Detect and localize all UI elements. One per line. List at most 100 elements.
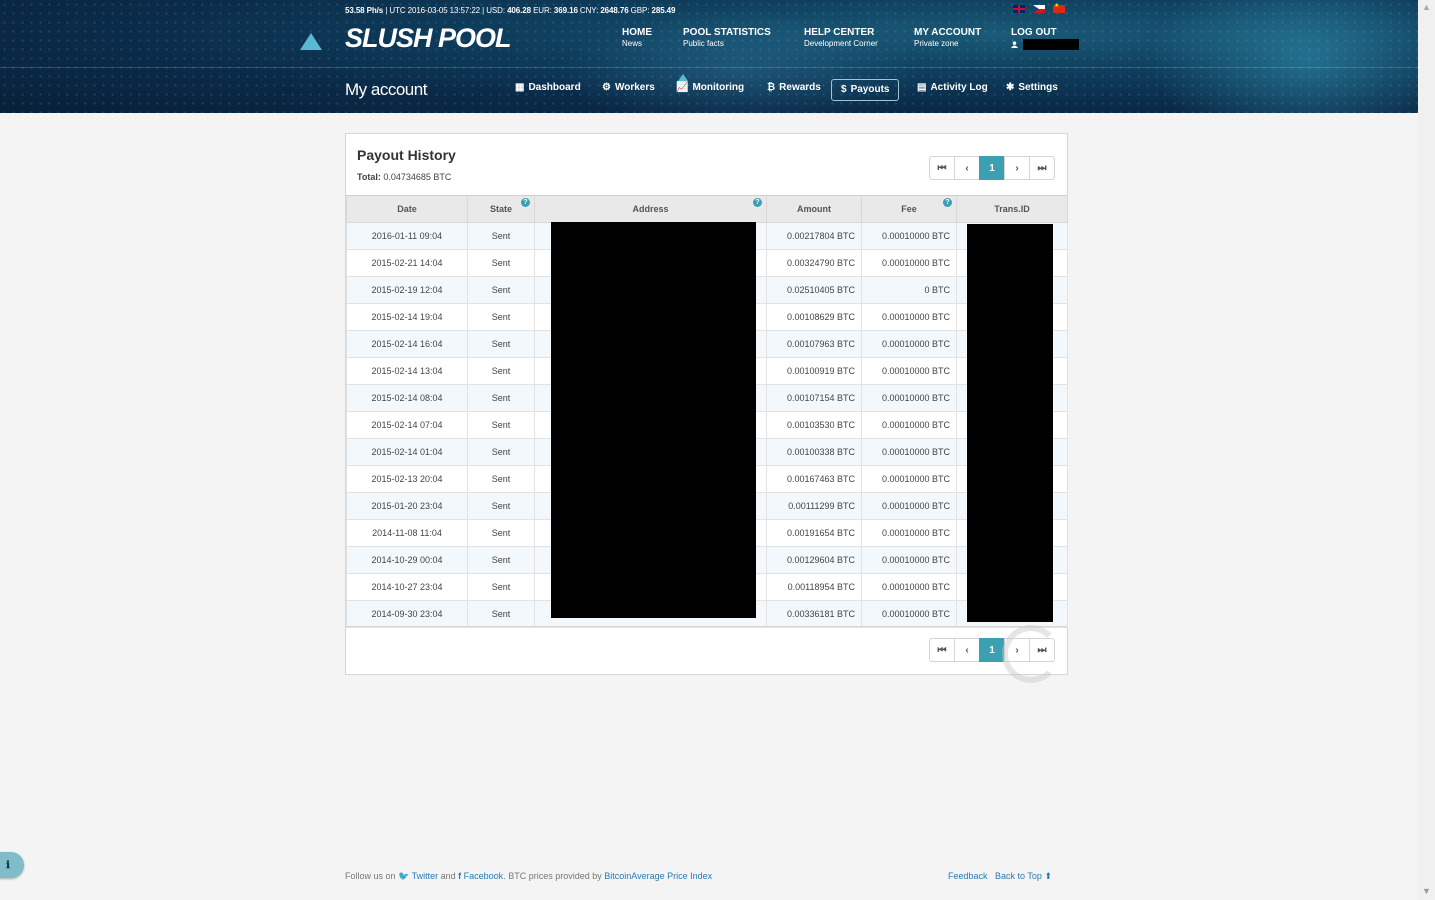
china-flag-icon[interactable] xyxy=(1053,2,1065,13)
payout-history-panel: Payout History Total: 0.04734685 BTC ⏮ ‹… xyxy=(345,133,1068,683)
cell-amount: 0.00217804 BTC xyxy=(766,222,862,250)
redacted-transaction-ids xyxy=(967,224,1053,622)
grid-icon: ▦ xyxy=(515,82,525,93)
facebook-link[interactable]: f Facebook xyxy=(458,871,503,881)
cell-amount: 0.00191654 BTC xyxy=(766,519,862,547)
cell-fee: 0.00010000 BTC xyxy=(861,519,957,547)
cell-date: 2015-02-14 08:04 xyxy=(346,384,468,412)
nav-my-account[interactable]: MY ACCOUNT Private zone xyxy=(914,27,981,48)
nav-log-out[interactable]: LOG OUT xyxy=(1011,27,1079,50)
help-icon[interactable]: ? xyxy=(943,198,952,207)
cell-date: 2014-10-27 23:04 xyxy=(346,573,468,601)
first-page-button[interactable]: ⏮ xyxy=(929,156,955,180)
prev-page-button[interactable]: ‹ xyxy=(954,638,980,662)
col-date-label: Date xyxy=(397,204,417,214)
page-button[interactable]: 1 xyxy=(979,156,1005,180)
next-page-button[interactable]: › xyxy=(1004,156,1030,180)
tab-dashboard[interactable]: ▦ Dashboard xyxy=(515,78,581,98)
table-header-row: Date State? Address? Amount Fee? Trans.I… xyxy=(346,195,1068,223)
nav-pool-statistics[interactable]: POOL STATISTICS Public facts xyxy=(683,27,771,48)
page-scrollbar[interactable]: ▲ ▼ xyxy=(1418,0,1435,900)
tab-monitoring[interactable]: 📈 Monitoring xyxy=(676,78,744,98)
twitter-link[interactable]: 🐦 Twitter xyxy=(398,871,438,881)
tab-settings[interactable]: ✱ Settings xyxy=(1006,78,1058,98)
cell-amount: 0.02510405 BTC xyxy=(766,276,862,304)
redacted-username xyxy=(1023,39,1079,50)
tab-rewards[interactable]: ₿ Rewards xyxy=(767,78,821,98)
cell-fee: 0.00010000 BTC xyxy=(861,330,957,358)
col-state[interactable]: State? xyxy=(467,195,535,223)
total-value: 0.04734685 BTC xyxy=(383,172,452,182)
gear-icon: ✱ xyxy=(1006,82,1015,93)
nav-help-center[interactable]: HELP CENTER Development Corner xyxy=(804,27,878,48)
col-amount[interactable]: Amount xyxy=(766,195,862,223)
eur-label: EUR: xyxy=(530,6,554,15)
cell-state: Sent xyxy=(467,492,535,520)
cell-date: 2014-10-29 00:04 xyxy=(346,546,468,574)
last-page-button[interactable]: ⏭ xyxy=(1029,156,1055,180)
col-address[interactable]: Address? xyxy=(534,195,767,223)
scroll-up-icon[interactable]: ▲ xyxy=(1422,2,1431,12)
slushpool-logo[interactable]: SLUSH POOL xyxy=(345,23,512,54)
cell-state: Sent xyxy=(467,519,535,547)
help-icon[interactable]: ? xyxy=(753,198,762,207)
twitter-label: Twitter xyxy=(411,871,439,881)
col-state-label: State xyxy=(489,204,512,214)
first-page-icon: ⏮ xyxy=(937,644,947,656)
cell-fee: 0.00010000 BTC xyxy=(861,600,957,628)
cell-date: 2015-02-14 19:04 xyxy=(346,303,468,331)
cell-state: Sent xyxy=(467,438,535,466)
chevron-left-icon: ‹ xyxy=(965,644,969,656)
cell-fee: 0.00010000 BTC xyxy=(861,303,957,331)
page-title: My account xyxy=(345,80,427,99)
nav-home[interactable]: HOME News xyxy=(622,27,652,48)
cell-state: Sent xyxy=(467,411,535,439)
cell-date: 2015-02-21 14:04 xyxy=(346,249,468,277)
header-divider xyxy=(0,67,1418,68)
footer-links: Feedback Back to Top ⬆ xyxy=(948,871,1052,882)
help-icon[interactable]: ? xyxy=(521,198,530,207)
chevron-right-icon: › xyxy=(1015,162,1019,174)
tab-dashboard-label: Dashboard xyxy=(528,82,581,93)
cny-label: CNY: xyxy=(577,6,601,15)
col-date[interactable]: Date xyxy=(346,195,468,223)
scroll-down-icon[interactable]: ▼ xyxy=(1422,886,1431,896)
language-switcher xyxy=(1013,2,1065,13)
first-page-icon: ⏮ xyxy=(937,162,947,174)
col-txid[interactable]: Trans.ID xyxy=(956,195,1068,223)
triangle-decoration-icon xyxy=(300,33,322,50)
cell-state: Sent xyxy=(467,357,535,385)
bitcoinaverage-link[interactable]: BitcoinAverage Price Index xyxy=(604,871,712,881)
feedback-link[interactable]: Feedback xyxy=(948,871,988,881)
col-fee[interactable]: Fee? xyxy=(861,195,957,223)
cell-fee: 0.00010000 BTC xyxy=(861,357,957,385)
tab-payouts[interactable]: $ Payouts xyxy=(831,79,900,101)
tab-rewards-label: Rewards xyxy=(779,82,821,93)
prev-page-button[interactable]: ‹ xyxy=(954,156,980,180)
page-button[interactable]: 1 xyxy=(979,638,1005,662)
logged-in-user xyxy=(1011,39,1079,50)
back-to-top-link[interactable]: Back to Top ⬆ xyxy=(995,871,1052,881)
gbp-label: GBP: xyxy=(628,6,652,15)
cell-date: 2014-11-08 11:04 xyxy=(346,519,468,547)
first-page-button[interactable]: ⏮ xyxy=(929,638,955,662)
cell-date: 2015-02-14 13:04 xyxy=(346,357,468,385)
uk-flag-icon[interactable] xyxy=(1013,5,1025,13)
arrow-up-icon: ⬆ xyxy=(1044,871,1052,881)
tab-workers[interactable]: ⚙ Workers xyxy=(602,78,655,98)
cell-fee: 0.00010000 BTC xyxy=(861,384,957,412)
total-label: Total: xyxy=(357,172,381,182)
cell-amount: 0.00108629 BTC xyxy=(766,303,862,331)
cell-state: Sent xyxy=(467,303,535,331)
redacted-addresses xyxy=(551,222,756,618)
cell-fee: 0 BTC xyxy=(861,276,957,304)
cell-fee: 0.00010000 BTC xyxy=(861,546,957,574)
col-txid-label: Trans.ID xyxy=(994,204,1030,214)
czech-flag-icon[interactable] xyxy=(1033,5,1045,13)
cell-date: 2015-02-19 12:04 xyxy=(346,276,468,304)
cell-state: Sent xyxy=(467,330,535,358)
info-button[interactable]: ℹ xyxy=(0,852,24,878)
info-icon: ℹ xyxy=(6,859,10,871)
cell-amount: 0.00100919 BTC xyxy=(766,357,862,385)
tab-activity-log[interactable]: ▤ Activity Log xyxy=(917,78,988,98)
